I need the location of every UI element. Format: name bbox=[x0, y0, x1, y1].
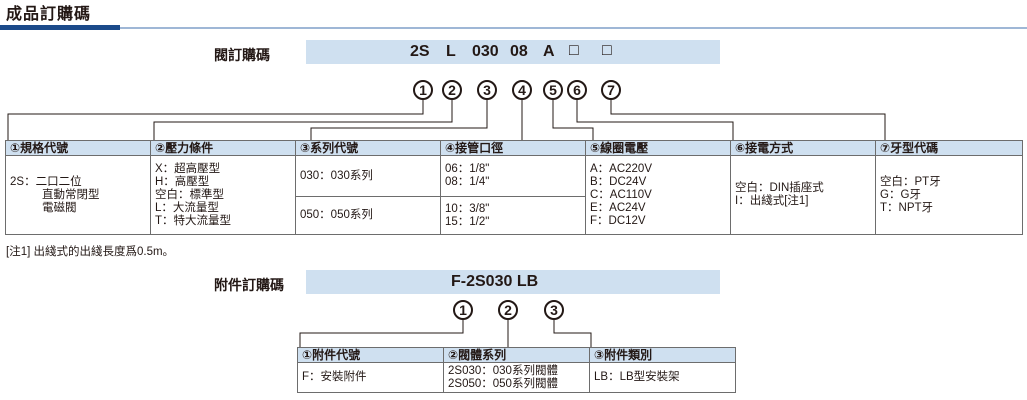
marker-4: 4 bbox=[512, 80, 532, 100]
accessory-marker-1: 1 bbox=[453, 300, 473, 320]
header-accessory-type: ③附件類別 bbox=[589, 347, 736, 363]
table-header-row: ①規格代號 ②壓力條件 ③系列代號 ④接管口徑 ⑤線圈電壓 ⑥接電方式 ⑦牙型代… bbox=[5, 140, 1023, 156]
header-series: ③系列代號 bbox=[295, 140, 441, 156]
marker-3: 3 bbox=[477, 80, 497, 100]
header-pressure: ②壓力條件 bbox=[150, 140, 296, 156]
header-accessory-code: ①附件代號 bbox=[297, 347, 444, 363]
footnote: [注1] 出綫式的出綫長度爲0.5m。 bbox=[6, 246, 175, 258]
marker-5: 5 bbox=[543, 80, 563, 100]
marker-7: 7 bbox=[601, 80, 621, 100]
cell-body-series: 2S030：030系列閥體 2S050：050系列閥體 bbox=[443, 362, 590, 393]
cell-coil-voltage: A：AC220V B：DC24V C：AC110V E：AC24V F：DC12… bbox=[585, 155, 731, 235]
product-code-label: 閥訂購碼 bbox=[214, 47, 270, 63]
header-thread-type: ⑦牙型代碼 bbox=[875, 140, 1023, 156]
cell-connection: 空白：DIN插座式 I：出綫式[注1] bbox=[730, 155, 876, 235]
header-connection: ⑥接電方式 bbox=[730, 140, 876, 156]
code-segment-1: 2S bbox=[410, 43, 430, 60]
code-segment-2: L bbox=[446, 43, 456, 60]
accessory-header-row: ①附件代號 ②閥體系列 ③附件類別 bbox=[297, 347, 736, 363]
header-coil-voltage: ⑤線圈電壓 bbox=[585, 140, 731, 156]
marker-1: 1 bbox=[413, 80, 433, 100]
cell-accessory-code: F：安裝附件 bbox=[297, 362, 444, 393]
header-body-series: ②閥體系列 bbox=[443, 347, 590, 363]
product-spec-table: ①規格代號 ②壓力條件 ③系列代號 ④接管口徑 ⑤線圈電壓 ⑥接電方式 ⑦牙型代… bbox=[5, 140, 1023, 235]
table-row: 2S：二口二位 直動常閉型 電磁閥 X：超高壓型 H：高壓型 空白：標準型 L：… bbox=[5, 155, 1023, 235]
cell-spec-code: 2S：二口二位 直動常閉型 電磁閥 bbox=[5, 155, 151, 235]
code-segment-7: □ bbox=[602, 42, 612, 59]
cell-thread-type: 空白：PT牙 G：G牙 T：NPT牙 bbox=[875, 155, 1023, 235]
accessory-spec-table: ①附件代號 ②閥體系列 ③附件類別 F：安裝附件 2S030：030系列閥體 2… bbox=[297, 347, 736, 393]
header-spec-code: ①規格代號 bbox=[5, 140, 151, 156]
header-port-size: ④接管口徑 bbox=[440, 140, 586, 156]
accessory-marker-2: 2 bbox=[498, 300, 518, 320]
accessory-code-label: 附件訂購碼 bbox=[214, 277, 284, 293]
marker-6: 6 bbox=[567, 80, 587, 100]
table-row: F：安裝附件 2S030：030系列閥體 2S050：050系列閥體 LB：LB… bbox=[297, 362, 736, 393]
cell-port-row2: 10：3/8" 15：1/2" bbox=[440, 196, 586, 235]
cell-accessory-type: LB：LB型安裝架 bbox=[589, 362, 736, 393]
marker-2: 2 bbox=[442, 80, 462, 100]
accessory-marker-3: 3 bbox=[544, 300, 564, 320]
code-segment-6: □ bbox=[569, 42, 579, 59]
code-segment-4: 08 bbox=[510, 43, 528, 60]
code-segment-3: 030 bbox=[472, 43, 499, 60]
accessory-code: F-2S030 LB bbox=[451, 273, 539, 290]
code-segment-5: A bbox=[543, 43, 555, 60]
cell-pressure: X：超高壓型 H：高壓型 空白：標準型 L：大流量型 T：特大流量型 bbox=[150, 155, 296, 235]
cell-port-row1: 06：1/8" 08：1/4" bbox=[440, 155, 586, 197]
cell-series-050: 050：050系列 bbox=[295, 196, 441, 235]
cell-series-030: 030：030系列 bbox=[295, 155, 441, 197]
